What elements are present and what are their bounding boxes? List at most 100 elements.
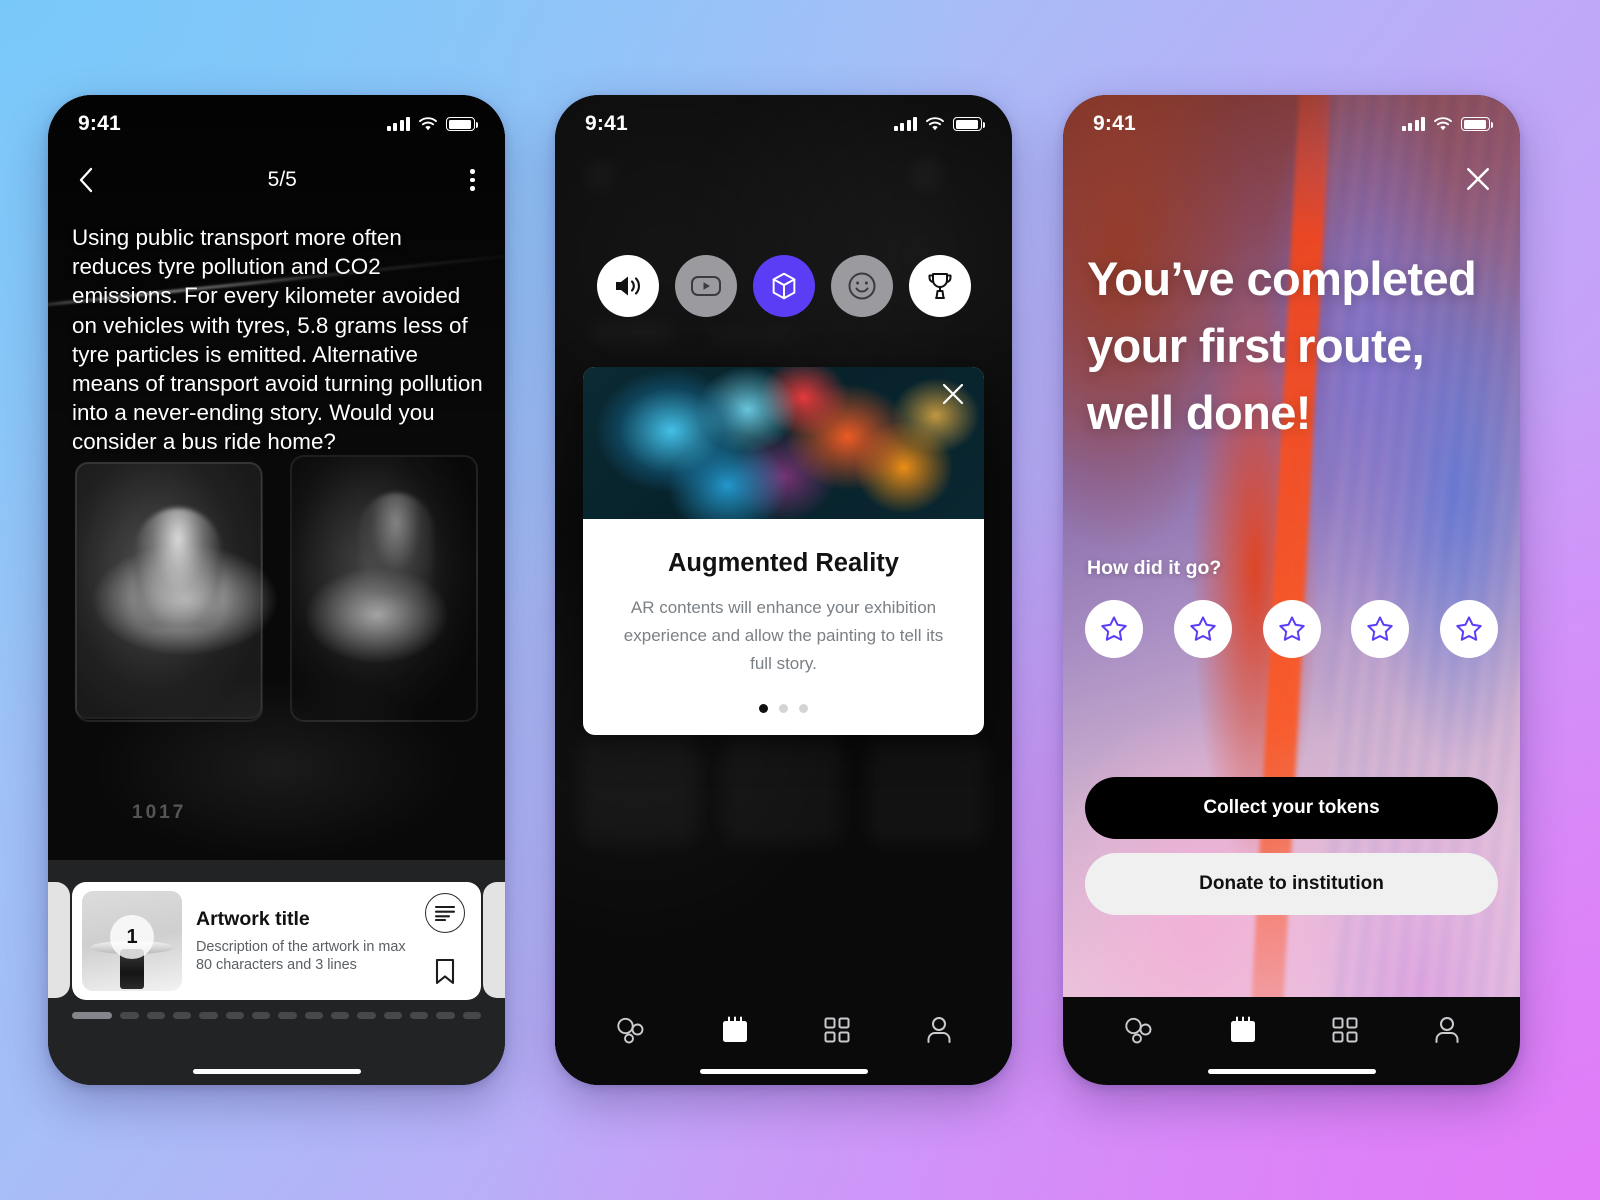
status-icons bbox=[1401, 116, 1494, 132]
donate-button[interactable]: Donate to institution bbox=[1085, 853, 1498, 915]
status-icons bbox=[386, 116, 479, 132]
star-outline-icon bbox=[1190, 616, 1216, 641]
star-outline-icon bbox=[1278, 616, 1305, 641]
rating-stars bbox=[1085, 600, 1498, 658]
passenger-figure-right bbox=[358, 492, 433, 597]
ghost-tile-2 bbox=[723, 735, 843, 845]
star-5-button[interactable] bbox=[1440, 600, 1498, 658]
wifi-icon bbox=[1434, 116, 1452, 130]
profile-tab[interactable] bbox=[1418, 1008, 1476, 1052]
scrubber-segment bbox=[251, 1012, 271, 1019]
artwork-scrubber[interactable] bbox=[72, 1012, 481, 1019]
calendar-tab[interactable] bbox=[1213, 1008, 1273, 1052]
star-2-button[interactable] bbox=[1173, 600, 1232, 658]
ar-modal-subtitle: AR contents will enhance your exhibition… bbox=[623, 598, 944, 673]
bookmark-icon bbox=[435, 958, 455, 985]
scrubber-segment bbox=[357, 1012, 376, 1019]
back-chevron-icon[interactable] bbox=[74, 163, 98, 197]
status-bar: 9:41 bbox=[48, 95, 505, 153]
ar-modal-sheet: Augmented Reality AR contents will enhan… bbox=[583, 367, 984, 735]
scrubber-segment bbox=[462, 1012, 481, 1019]
grid-tab[interactable] bbox=[1316, 1009, 1374, 1051]
audio-icon bbox=[615, 276, 640, 296]
profile-tab[interactable] bbox=[910, 1008, 968, 1052]
phone1-screen: 1017 9:41 5/5 Using public transport mor… bbox=[48, 95, 505, 1085]
story-body-text: Using public transport more often reduce… bbox=[72, 225, 483, 455]
status-bar: 9:41 bbox=[1063, 95, 1520, 153]
star-1-button[interactable] bbox=[1085, 600, 1143, 658]
artwork-title: Artwork title bbox=[196, 907, 310, 930]
status-icons bbox=[893, 116, 986, 132]
artwork-card-actions bbox=[423, 891, 467, 991]
celebration-background-art bbox=[1063, 95, 1520, 1085]
close-icon bbox=[1467, 168, 1489, 190]
cellular-signal-icon bbox=[386, 117, 410, 131]
person-icon bbox=[1435, 1017, 1459, 1043]
scrubber-segment bbox=[304, 1012, 323, 1019]
explore-tab[interactable] bbox=[599, 1008, 661, 1052]
page-counter: 5/5 bbox=[267, 168, 297, 191]
pager-dot bbox=[799, 704, 808, 713]
grid-icon bbox=[1332, 1017, 1358, 1043]
ar-cube-icon-button[interactable] bbox=[752, 255, 815, 317]
scrubber-segment bbox=[146, 1012, 165, 1019]
ar-modal-title: Augmented Reality bbox=[668, 549, 899, 577]
bubbles-icon bbox=[617, 1017, 644, 1044]
status-bar: 9:41 bbox=[555, 95, 1012, 153]
ar-modal-pager[interactable] bbox=[617, 704, 950, 713]
text-lines-icon-button[interactable] bbox=[425, 893, 465, 933]
completion-headline: You’ve completed your first route, well … bbox=[1087, 252, 1477, 439]
phone-route-complete: 9:41 You’ve completed your first route, … bbox=[1063, 95, 1520, 1085]
text-lines-icon bbox=[434, 905, 456, 921]
scrubber-segment bbox=[120, 1012, 139, 1019]
person-icon bbox=[927, 1017, 951, 1043]
wifi-icon bbox=[419, 116, 437, 130]
artwork-tray: 1 Artwork title Description of the artwo… bbox=[48, 860, 505, 1085]
grid-icon bbox=[824, 1017, 850, 1043]
cellular-signal-icon bbox=[893, 117, 917, 131]
star-4-button[interactable] bbox=[1351, 600, 1410, 658]
trophy-icon-button[interactable] bbox=[908, 255, 971, 317]
cellular-signal-icon bbox=[1401, 117, 1425, 131]
wifi-icon bbox=[926, 116, 944, 130]
more-options-icon[interactable] bbox=[466, 165, 479, 195]
artwork-thumbnail: 1 bbox=[82, 891, 182, 991]
ghost-tile-1 bbox=[579, 735, 699, 845]
calendar-icon bbox=[1230, 1016, 1255, 1042]
scrubber-segment bbox=[330, 1012, 350, 1019]
explore-tab[interactable] bbox=[1107, 1008, 1169, 1052]
bookmark-icon-button[interactable] bbox=[430, 954, 460, 989]
battery-icon bbox=[446, 117, 479, 131]
scrubber-segment bbox=[278, 1012, 297, 1019]
battery-icon bbox=[953, 117, 986, 131]
scrubber-segment bbox=[225, 1012, 244, 1019]
ar-modal-info: Augmented Reality AR contents will enhan… bbox=[583, 519, 984, 735]
passenger-figure-left bbox=[134, 508, 221, 629]
scrubber-segment bbox=[409, 1012, 429, 1019]
story-top-bar: 5/5 bbox=[48, 153, 505, 207]
bubbles-icon bbox=[1125, 1017, 1152, 1044]
close-icon-button[interactable] bbox=[936, 377, 970, 411]
ghost-label-2 bbox=[705, 331, 801, 341]
scrubber-segment-active bbox=[72, 1012, 113, 1019]
star-3-button[interactable] bbox=[1262, 600, 1321, 658]
audio-icon-button[interactable] bbox=[596, 255, 659, 317]
scrubber-segment bbox=[199, 1012, 218, 1019]
artwork-card[interactable]: 1 Artwork title Description of the artwo… bbox=[72, 882, 481, 1000]
close-icon-button[interactable] bbox=[1458, 159, 1498, 199]
collect-tokens-button[interactable]: Collect your tokens bbox=[1085, 777, 1498, 839]
scrubber-segment bbox=[436, 1012, 455, 1019]
phone2-screen: 9:41 Augmented Reality AR contents will … bbox=[555, 95, 1012, 1085]
ghost-tile-3 bbox=[867, 735, 987, 845]
video-icon-button[interactable] bbox=[674, 255, 737, 317]
status-time: 9:41 bbox=[1093, 112, 1136, 135]
artwork-card-peek-right[interactable] bbox=[483, 882, 505, 998]
ghost-shield-icon bbox=[910, 157, 942, 191]
smiley-icon-button[interactable] bbox=[830, 255, 893, 317]
pager-dot-active bbox=[759, 704, 768, 713]
status-time: 9:41 bbox=[78, 112, 121, 135]
ar-cube-icon bbox=[772, 272, 795, 300]
calendar-tab[interactable] bbox=[705, 1008, 765, 1052]
grid-tab[interactable] bbox=[808, 1009, 866, 1051]
artwork-card-peek-left[interactable] bbox=[48, 882, 70, 998]
